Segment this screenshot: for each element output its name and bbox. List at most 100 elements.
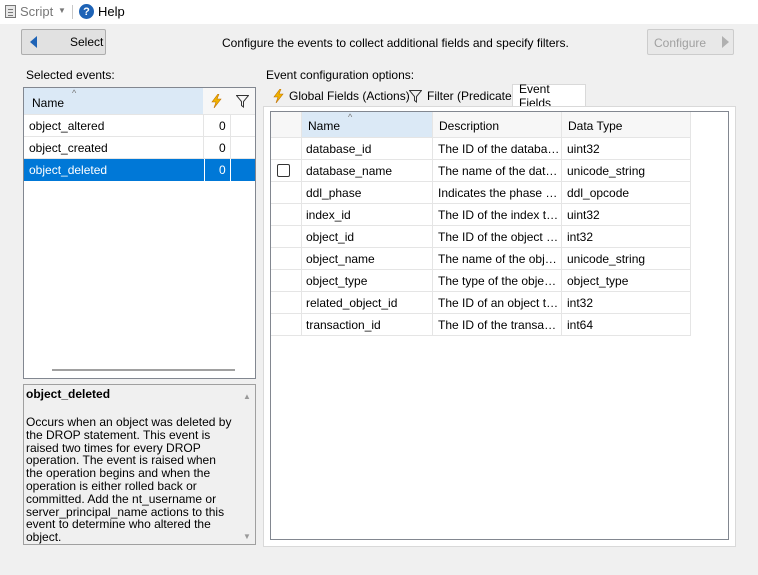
configure-button[interactable]: Configure: [647, 29, 734, 55]
vertical-scrollbar[interactable]: ▲ ▼: [238, 385, 255, 544]
field-data-type: unicode_string: [562, 160, 691, 181]
column-header-filters[interactable]: [230, 88, 255, 115]
column-header-data-type-label: Data Type: [568, 119, 623, 133]
field-row[interactable]: object_typeThe type of the object th...o…: [271, 270, 691, 292]
field-row[interactable]: related_object_id The ID of an object tha…: [271, 292, 691, 314]
row-selector-cell: [271, 138, 302, 159]
field-row[interactable]: database_name The name of the databa... un…: [271, 160, 691, 182]
tab-label: Global Fields (Actions): [289, 89, 410, 103]
field-description: The ID of the transactio...: [433, 314, 562, 335]
field-data-type: unicode_string: [562, 248, 691, 269]
dropdown-arrow-icon[interactable]: ▼: [58, 6, 66, 15]
field-data-type: uint32: [562, 204, 691, 225]
event-row-object-deleted[interactable]: object_deleted 0: [24, 159, 255, 181]
field-row[interactable]: index_idThe ID of the index that ...uint…: [271, 204, 691, 226]
field-name: related_object_id: [302, 292, 433, 313]
row-selector-cell: [271, 314, 302, 335]
instruction-text: Configure the events to collect addition…: [222, 36, 569, 50]
field-row[interactable]: object_nameThe name of the object t...un…: [271, 248, 691, 270]
column-header-name[interactable]: Name ^: [24, 88, 203, 115]
event-config-title: Event configuration options:: [266, 68, 415, 82]
field-description: The name of the databa...: [433, 160, 562, 181]
field-description: The ID of the index that ...: [433, 204, 562, 225]
column-header-description-label: Description: [439, 119, 500, 133]
field-data-type: int64: [562, 314, 691, 335]
event-name: object_created: [29, 141, 108, 155]
column-header-name[interactable]: Name ^: [302, 112, 433, 138]
tab-filter[interactable]: Filter (Predicate): [403, 85, 522, 107]
tab-label: Filter (Predicate): [427, 89, 516, 103]
tab-global-fields[interactable]: Global Fields (Actions): [266, 85, 416, 107]
field-name: object_name: [302, 248, 433, 269]
event-fields-grid[interactable]: Name ^ Description Data Type database_id…: [270, 111, 729, 540]
field-name: object_id: [302, 226, 433, 247]
field-description: The type of the object th...: [433, 270, 562, 291]
row-selector-cell: [271, 270, 302, 291]
field-row[interactable]: ddl_phaseIndicates the phase of th...ddl…: [271, 182, 691, 204]
scroll-down-icon[interactable]: ▼: [243, 531, 251, 544]
event-name: object_deleted: [29, 163, 108, 177]
row-selector-cell: [271, 226, 302, 247]
tab-event-fields[interactable]: Event Fields: [512, 82, 586, 110]
field-row[interactable]: database_idThe ID of the database t...ui…: [271, 138, 691, 160]
lightning-icon: [273, 89, 284, 103]
top-toolbar: Script ▼ ? Help: [0, 0, 758, 24]
field-name: object_type: [302, 270, 433, 291]
event-description-box: object_deleted Occurs when an object was…: [23, 384, 256, 545]
column-header-data-type[interactable]: Data Type: [562, 112, 691, 138]
script-icon: [5, 5, 16, 18]
event-row-object-altered[interactable]: object_altered 0: [24, 115, 255, 137]
event-row-object-created[interactable]: object_created 0: [24, 137, 255, 159]
event-action-count: 0: [219, 141, 226, 155]
help-icon: ?: [79, 4, 94, 19]
field-name: transaction_id: [302, 314, 433, 335]
row-selector-cell: [271, 292, 302, 313]
row-selector-cell: [271, 160, 302, 181]
help-label: Help: [98, 4, 125, 19]
field-data-type: object_type: [562, 270, 691, 291]
column-header-description[interactable]: Description: [433, 112, 562, 138]
field-description: Indicates the phase of th...: [433, 182, 562, 203]
field-name: database_name: [302, 160, 433, 181]
field-description: The ID of the database t...: [433, 138, 562, 159]
script-button[interactable]: Script: [5, 4, 53, 19]
filter-icon: [409, 89, 422, 103]
tab-content-area: Name ^ Description Data Type database_id…: [263, 106, 736, 547]
event-name: object_altered: [29, 119, 105, 133]
event-description-title: object_deleted: [26, 387, 111, 401]
row-selector-cell: [271, 182, 302, 203]
field-data-type: uint32: [562, 138, 691, 159]
field-checkbox[interactable]: [277, 164, 290, 177]
configure-button-label: Configure: [654, 36, 707, 50]
select-button-label: Select: [70, 35, 104, 49]
field-name: index_id: [302, 204, 433, 225]
forward-arrow-icon: [722, 36, 729, 48]
selected-events-list[interactable]: Name ^ object_altered 0 object_created 0…: [23, 87, 256, 379]
back-arrow-icon: [30, 36, 37, 48]
column-header-name-label: Name: [32, 96, 65, 110]
select-button[interactable]: Select: [21, 29, 106, 55]
lightning-icon: [211, 94, 222, 108]
field-row[interactable]: transaction_id The ID of the transactio..…: [271, 314, 691, 336]
field-row[interactable]: object_idThe ID of the object that...int…: [271, 226, 691, 248]
field-data-type: ddl_opcode: [562, 182, 691, 203]
event-description-text: Occurs when an object was deleted by the…: [26, 415, 232, 545]
selected-events-title: Selected events:: [26, 68, 115, 82]
scroll-up-icon[interactable]: ▲: [243, 391, 251, 404]
column-header-actions[interactable]: [203, 88, 230, 115]
row-selector-header: [271, 112, 302, 138]
filter-icon: [236, 95, 249, 108]
field-data-type: int32: [562, 292, 691, 313]
event-action-count: 0: [219, 163, 226, 177]
column-header-name-label: Name: [308, 119, 341, 133]
field-data-type: int32: [562, 226, 691, 247]
sort-ascending-icon: ^: [72, 88, 77, 98]
field-name: ddl_phase: [302, 182, 433, 203]
help-button[interactable]: ? Help: [79, 4, 125, 19]
horizontal-scrollbar[interactable]: [52, 369, 235, 371]
field-description: The ID of the object that...: [433, 226, 562, 247]
event-action-count: 0: [219, 119, 226, 133]
row-selector-cell: [271, 248, 302, 269]
row-selector-cell: [271, 204, 302, 225]
sort-ascending-icon: ^: [348, 112, 353, 122]
